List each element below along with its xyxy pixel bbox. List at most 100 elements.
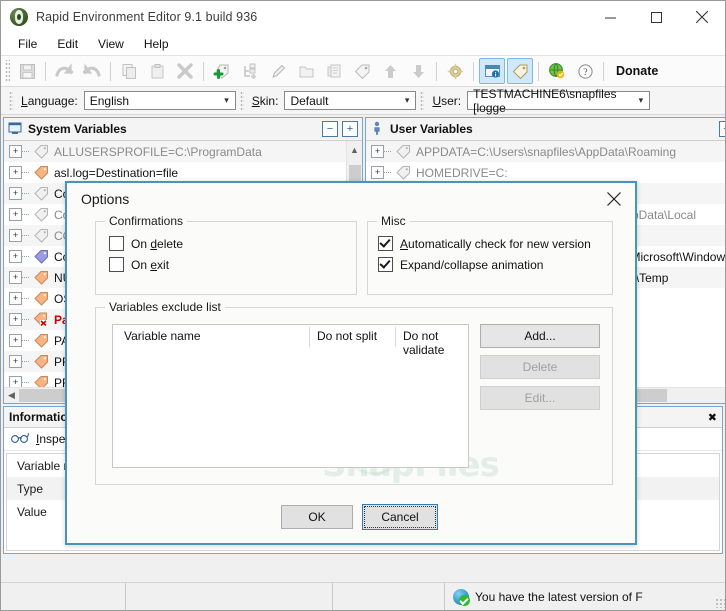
paste-icon[interactable]: [144, 58, 170, 84]
help-icon[interactable]: ?: [572, 58, 598, 84]
ok-button[interactable]: OK: [281, 505, 353, 529]
column-header-do-not-split[interactable]: Do not split: [317, 329, 377, 343]
tag-grey-icon: [34, 228, 49, 243]
row-label: asl.log=Destination=file: [54, 165, 179, 180]
expand-collapse-animation-checkbox[interactable]: [378, 257, 393, 272]
toolbar-separator: [203, 61, 204, 81]
tag-icon[interactable]: [349, 58, 375, 84]
expand-icon[interactable]: +: [9, 166, 22, 179]
user-panel-header: User Variables − +: [366, 118, 725, 141]
exclude-listbox[interactable]: Variable name Do not split Do not valida…: [112, 324, 469, 468]
expand-icon[interactable]: +: [9, 208, 22, 221]
table-row[interactable]: + asl.log=Destination=file: [4, 162, 362, 183]
expand-icon[interactable]: +: [371, 166, 384, 179]
cancel-button[interactable]: Cancel: [362, 504, 438, 530]
on-exit-checkbox[interactable]: [109, 257, 124, 272]
menu-item-file[interactable]: File: [9, 35, 46, 53]
user-collapse-all-button[interactable]: −: [718, 121, 725, 137]
save-icon[interactable]: [14, 58, 40, 84]
status-segment-3: [333, 582, 445, 610]
expand-icon[interactable]: +: [9, 355, 22, 368]
on-delete-label: On delete: [131, 236, 184, 251]
table-row[interactable]: + HOMEDRIVE=C:: [366, 162, 725, 183]
toolbar-grip[interactable]: [5, 60, 10, 82]
auto-check-version-row[interactable]: Automatically check for new version: [378, 233, 612, 254]
auto-check-version-label: Automatically check for new version: [400, 236, 591, 251]
close-icon[interactable]: ✖: [708, 411, 717, 424]
donate-button[interactable]: Donate: [608, 64, 666, 78]
expand-icon[interactable]: +: [9, 271, 22, 284]
expand-collapse-animation-row[interactable]: Expand/collapse animation: [378, 254, 612, 275]
add-folder-icon[interactable]: [293, 58, 319, 84]
chevron-down-icon: ▾: [404, 95, 410, 105]
skin-grip[interactable]: [239, 90, 244, 111]
add-value-icon[interactable]: [209, 58, 235, 84]
maximize-button[interactable]: [633, 1, 679, 33]
move-up-icon[interactable]: [377, 58, 403, 84]
scroll-left-icon[interactable]: ◀: [4, 388, 19, 403]
selector-grip[interactable]: [9, 90, 13, 111]
add-file-icon[interactable]: [321, 58, 347, 84]
close-button[interactable]: [679, 1, 725, 33]
expand-icon[interactable]: +: [9, 229, 22, 242]
expand-icon[interactable]: +: [9, 334, 22, 347]
edit-icon[interactable]: [265, 58, 291, 84]
system-expand-all-button[interactable]: +: [342, 121, 358, 137]
skin-select[interactable]: Default ▾: [284, 91, 417, 110]
row-label: ALLUSERSPROFILE=C:\ProgramData: [54, 144, 262, 159]
expand-icon[interactable]: +: [9, 376, 22, 387]
settings-icon[interactable]: [442, 58, 468, 84]
table-row[interactable]: + APPDATA=C:\Users\snapfiles\AppData\Roam…: [366, 141, 725, 162]
exclude-list-legend: Variables exclude list: [105, 300, 225, 314]
delete-button: Delete: [480, 355, 600, 379]
language-label: Language:: [21, 93, 78, 108]
expand-collapse-animation-label: Expand/collapse animation: [400, 257, 544, 272]
scroll-up-icon[interactable]: ▲: [347, 141, 362, 158]
chevron-down-icon: ▾: [224, 95, 229, 105]
menu-item-view[interactable]: View: [89, 35, 133, 53]
user-grip[interactable]: [420, 90, 425, 111]
status-message: You have the latest version of F: [445, 583, 725, 611]
undo-icon[interactable]: [51, 58, 77, 84]
menu-item-edit[interactable]: Edit: [48, 35, 87, 53]
on-delete-checkbox[interactable]: [109, 236, 124, 251]
expand-icon[interactable]: +: [9, 250, 22, 263]
add-button[interactable]: Add...: [480, 324, 600, 348]
system-panel-header: System Variables − +: [4, 118, 362, 141]
expand-icon[interactable]: +: [9, 292, 22, 305]
user-panel-title: User Variables: [390, 122, 473, 136]
user-select[interactable]: TESTMACHINE6\snapfiles [logge ▾: [467, 87, 651, 115]
redo-icon[interactable]: [79, 58, 105, 84]
toolbar-separator: [473, 61, 474, 81]
menu-item-help[interactable]: Help: [135, 35, 178, 53]
resize-grip[interactable]: [715, 598, 725, 608]
row-label: HOMEDRIVE=C:: [416, 165, 508, 180]
system-collapse-all-button[interactable]: −: [322, 121, 338, 137]
misc-group: Misc Automatically check for new version…: [367, 214, 613, 295]
on-delete-row[interactable]: On delete: [109, 233, 356, 254]
close-icon[interactable]: [599, 186, 629, 212]
svg-text:?: ?: [583, 68, 587, 78]
column-header-variable-name[interactable]: Variable name: [124, 329, 201, 343]
on-exit-row[interactable]: On exit: [109, 254, 356, 275]
delete-icon[interactable]: [172, 58, 198, 84]
tags-panel-icon[interactable]: [507, 58, 533, 84]
move-down-icon[interactable]: [405, 58, 431, 84]
toolbar-separator: [45, 61, 46, 81]
expand-icon[interactable]: +: [9, 313, 22, 326]
table-row[interactable]: + ALLUSERSPROFILE=C:\ProgramData: [4, 141, 362, 162]
tag-orange-icon: [34, 165, 49, 180]
minimize-button[interactable]: [587, 1, 633, 33]
language-select[interactable]: English ▾: [83, 91, 236, 110]
copy-icon[interactable]: [116, 58, 142, 84]
info-panel-icon[interactable]: [479, 58, 505, 84]
auto-check-version-checkbox[interactable]: [378, 236, 393, 251]
web-icon[interactable]: [544, 58, 570, 84]
expand-icon[interactable]: +: [371, 145, 384, 158]
expand-icon[interactable]: +: [9, 145, 22, 158]
status-segment-2: [126, 582, 333, 610]
add-variable-icon[interactable]: [237, 58, 263, 84]
expand-icon[interactable]: +: [9, 187, 22, 200]
column-header-do-not-validate[interactable]: Do not validate: [403, 329, 468, 357]
toolbar: ? Donate: [1, 55, 725, 87]
